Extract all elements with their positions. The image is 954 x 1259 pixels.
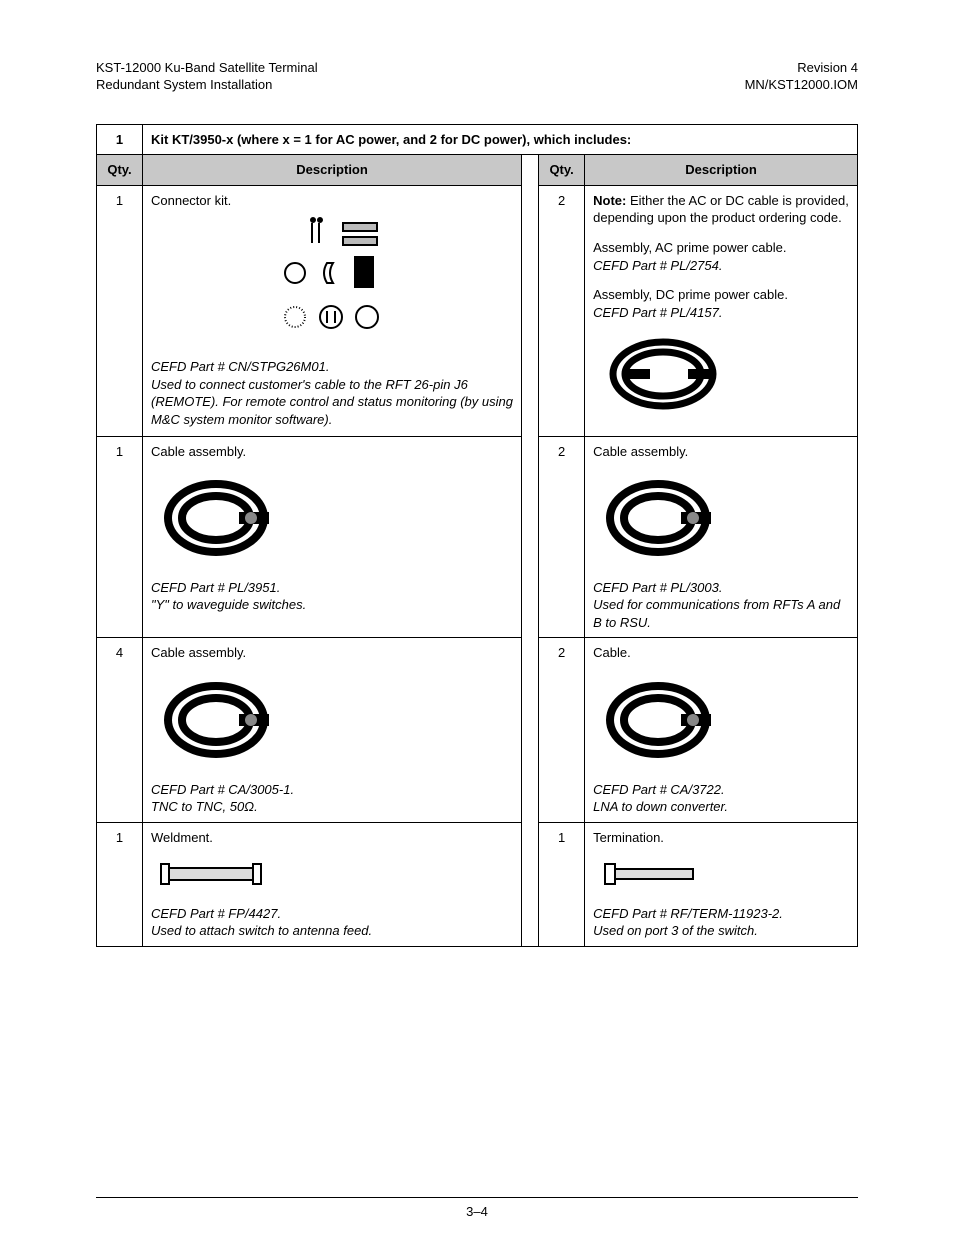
connector-kit-icon bbox=[151, 217, 513, 352]
item-note: Used to attach switch to antenna feed. bbox=[151, 922, 513, 940]
item-title: Cable. bbox=[593, 644, 849, 662]
item-part: CEFD Part # CA/3005-1. bbox=[151, 781, 513, 799]
ac-assembly-line: Assembly, AC prime power cable. bbox=[593, 239, 849, 257]
kit-number: 1 bbox=[97, 124, 143, 155]
dc-part: CEFD Part # PL/4157. bbox=[593, 304, 849, 322]
termination-icon bbox=[593, 854, 849, 899]
header-docnum: MN/KST12000.IOM bbox=[745, 77, 858, 94]
col-desc-right: Description bbox=[585, 155, 858, 186]
item-part: CEFD Part # PL/3951. bbox=[151, 579, 513, 597]
item-note: "Y" to waveguide switches. bbox=[151, 596, 513, 614]
item-note: LNA to down converter. bbox=[593, 798, 849, 816]
header-product-line2: Redundant System Installation bbox=[96, 77, 318, 94]
col-qty-right: Qty. bbox=[539, 155, 585, 186]
qty-cell: 2 bbox=[539, 185, 585, 436]
note-label: Note: bbox=[593, 193, 626, 208]
page-header: KST-12000 Ku-Band Satellite Terminal Red… bbox=[96, 60, 858, 94]
cable-coil-icon bbox=[593, 329, 849, 424]
table-row: 1 Weldment. CEFD Part # FP/4427. Used to… bbox=[97, 822, 858, 946]
page-number: 3–4 bbox=[96, 1198, 858, 1219]
item-part: CEFD Part # PL/3003. bbox=[593, 579, 849, 597]
document-page: KST-12000 Ku-Band Satellite Terminal Red… bbox=[0, 0, 954, 1259]
table-row: 4 Cable assembly. CEFD Part # CA/3005-1.… bbox=[97, 638, 858, 822]
header-revision: Revision 4 bbox=[745, 60, 858, 77]
cable-coil-icon bbox=[593, 670, 849, 775]
item-part: CEFD Part # RF/TERM-11923-2. bbox=[593, 905, 849, 923]
qty-cell: 1 bbox=[97, 185, 143, 436]
qty-cell: 1 bbox=[539, 822, 585, 946]
table-spacer bbox=[522, 155, 539, 946]
dc-assembly-line: Assembly, DC prime power cable. bbox=[593, 286, 849, 304]
qty-cell: 4 bbox=[97, 638, 143, 822]
item-title: Termination. bbox=[593, 829, 849, 847]
header-product-line1: KST-12000 Ku-Band Satellite Terminal bbox=[96, 60, 318, 77]
cable-coil-icon bbox=[151, 670, 513, 775]
weldment-icon bbox=[151, 854, 513, 899]
kit-table: 1 Kit KT/3950-x (where x = 1 for AC powe… bbox=[96, 124, 858, 947]
item-note: TNC to TNC, 50Ω. bbox=[151, 798, 513, 816]
item-title: Cable assembly. bbox=[593, 443, 849, 461]
cable-coil-icon bbox=[593, 468, 849, 573]
item-note: Used to connect customer's cable to the … bbox=[151, 376, 513, 429]
ac-part: CEFD Part # PL/2754. bbox=[593, 257, 849, 275]
item-note: Used on port 3 of the switch. bbox=[593, 922, 849, 940]
cable-coil-icon bbox=[151, 468, 513, 573]
col-qty-left: Qty. bbox=[97, 155, 143, 186]
item-title: Connector kit. bbox=[151, 192, 513, 210]
qty-cell: 1 bbox=[97, 436, 143, 638]
qty-cell: 1 bbox=[97, 822, 143, 946]
note-text: Either the AC or DC cable is provided, d… bbox=[593, 193, 849, 226]
table-row: 1 Connector kit. bbox=[97, 185, 858, 436]
item-title: Cable assembly. bbox=[151, 443, 513, 461]
table-row: 1 Cable assembly. CEFD Part # PL/3951. "… bbox=[97, 436, 858, 638]
kit-title: Kit KT/3950-x (where x = 1 for AC power,… bbox=[143, 124, 858, 155]
col-desc-left: Description bbox=[143, 155, 522, 186]
item-part: CEFD Part # FP/4427. bbox=[151, 905, 513, 923]
item-note: Used for communications from RFTs A and … bbox=[593, 596, 849, 631]
qty-cell: 2 bbox=[539, 436, 585, 638]
item-title: Cable assembly. bbox=[151, 644, 513, 662]
item-note-line: Note: Either the AC or DC cable is provi… bbox=[593, 192, 849, 227]
qty-cell: 2 bbox=[539, 638, 585, 822]
item-part: CEFD Part # CN/STPG26M01. bbox=[151, 358, 513, 376]
item-title: Weldment. bbox=[151, 829, 513, 847]
item-part: CEFD Part # CA/3722. bbox=[593, 781, 849, 799]
